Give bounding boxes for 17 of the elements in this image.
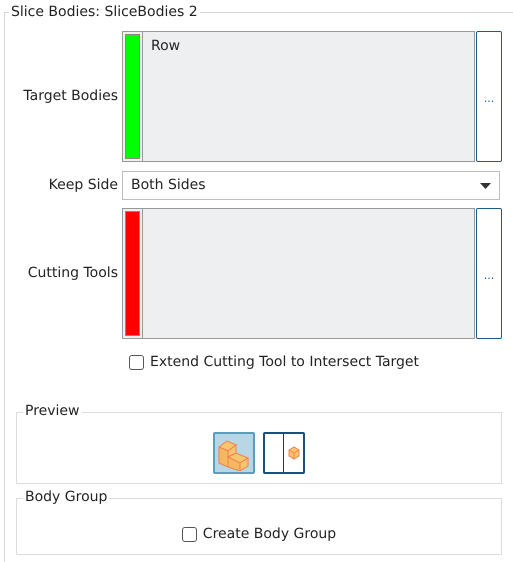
field-label: Cutting Tools (26, 264, 119, 283)
checkbox[interactable] (129, 355, 144, 370)
browse-button[interactable]: ... (476, 31, 502, 162)
checkbox-label[interactable]: Extend Cutting Tool to Intersect Target (150, 352, 420, 373)
selection-list[interactable] (122, 208, 475, 339)
browse-button[interactable]: ... (476, 208, 502, 339)
preview-mode-button[interactable] (263, 432, 305, 474)
cube-icon (288, 446, 300, 460)
selection-list[interactable]: Row (122, 31, 475, 162)
checkbox-label[interactable]: Create Body Group (202, 524, 336, 545)
list-item[interactable]: Row (151, 36, 474, 57)
field-label: Keep Side (48, 176, 119, 195)
keep-side-dropdown[interactable]: Both Sides (122, 171, 500, 200)
section-title: Body Group (23, 487, 110, 507)
checkbox[interactable] (182, 527, 197, 542)
dropdown-arrow-icon (480, 182, 491, 188)
field-label: Target Bodies (22, 87, 119, 106)
